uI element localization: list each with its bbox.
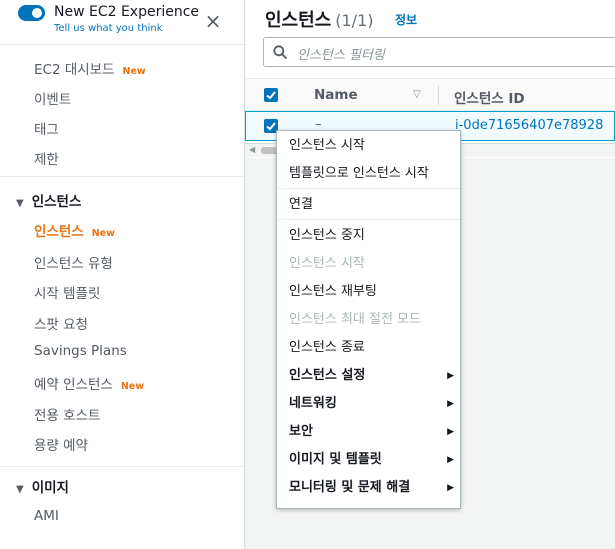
menu-item[interactable]: 인스턴스 재부팅 <box>277 278 460 306</box>
sidebar-item[interactable]: 예약 인스턴스 New <box>34 373 144 393</box>
chevron-right-icon: ▶ <box>447 483 454 493</box>
sidebar-item-label: 예약 인스턴스 <box>34 377 113 393</box>
sidebar-item[interactable]: AMI <box>34 508 59 524</box>
check-icon <box>266 91 276 100</box>
sidebar-item-label: 스팟 요청 <box>34 317 88 333</box>
chevron-right-icon: ▶ <box>447 399 454 409</box>
experience-title: New EC2 Experience <box>54 4 200 20</box>
chevron-right-icon: ▶ <box>447 455 454 465</box>
sidebar-section-title: 인스턴스 <box>31 194 82 210</box>
menu-item[interactable]: 템플릿으로 인스턴스 시작 <box>277 160 460 188</box>
column-divider <box>438 85 439 105</box>
menu-separator <box>277 188 460 189</box>
sidebar-item[interactable]: 이벤트 <box>34 88 71 108</box>
sidebar-item-label: 태그 <box>34 122 59 138</box>
sidebar-section-header[interactable]: ▼ 인스턴스 <box>16 190 81 210</box>
filter-search-input[interactable]: 인스턴스 필터링 <box>263 37 615 67</box>
sidebar-item[interactable]: EC2 대시보드 New <box>34 58 146 78</box>
menu-item: 인스턴스 최대 절전 모드 <box>277 306 460 334</box>
toggle-on-icon <box>32 8 42 18</box>
chevron-right-icon: ▶ <box>447 371 454 381</box>
sidebar-item-label: 인스턴스 유형 <box>34 256 113 272</box>
sidebar-item[interactable]: 제한 <box>34 148 59 168</box>
sidebar-divider <box>0 176 244 177</box>
sidebar-divider <box>0 44 244 45</box>
sidebar-item[interactable]: 용량 예약 <box>34 434 88 454</box>
new-badge: New <box>91 228 115 239</box>
sidebar-item-label: 전용 호스트 <box>34 408 101 424</box>
menu-item-label: 인스턴스 최대 절전 모드 <box>289 312 421 327</box>
sort-icon[interactable]: ▽ <box>413 89 421 100</box>
menu-item-label: 인스턴스 시작 <box>289 256 365 271</box>
sidebar-item-label: 인스턴스 <box>34 224 84 240</box>
sidebar-item-label: Savings Plans <box>34 343 127 359</box>
actions-context-menu: 인스턴스 시작 템플릿으로 인스턴스 시작 연결 인스턴스 중지 인스턴스 시작 인스턴스… <box>276 130 461 509</box>
search-placeholder: 인스턴스 필터링 <box>297 48 385 63</box>
menu-item: 인스턴스 시작 <box>277 250 460 278</box>
page-title: 인스턴스 (1/1) <box>265 6 373 32</box>
sidebar-item[interactable]: 시작 템플릿 <box>34 282 100 302</box>
menu-item[interactable]: 연결 <box>277 191 460 219</box>
column-header-instance-id[interactable]: 인스턴스 ID <box>454 87 525 107</box>
chevron-right-icon: ▶ <box>447 427 454 437</box>
sidebar-item[interactable]: 전용 호스트 <box>34 404 100 424</box>
caret-down-icon: ▼ <box>16 198 24 209</box>
sidebar-item-label: EC2 대시보드 <box>34 62 115 78</box>
sidebar-divider <box>0 466 244 467</box>
menu-item[interactable]: 인스턴스 설정 ▶ <box>277 362 460 390</box>
menu-item-label: 보안 <box>289 424 313 439</box>
menu-item-label: 인스턴스 중지 <box>289 228 365 243</box>
sidebar-item-label: 이벤트 <box>34 92 72 108</box>
sidebar-item-label: 제한 <box>34 152 59 168</box>
info-link[interactable]: 정보 <box>395 11 417 28</box>
sidebar-item[interactable]: 인스턴스 New <box>34 220 115 240</box>
menu-item-label: 인스턴스 종료 <box>289 340 365 355</box>
search-icon <box>273 45 287 59</box>
feedback-link[interactable]: Tell us what you think <box>54 23 163 34</box>
page-header: 인스턴스 (1/1) 정보 인스턴스 필터링 <box>245 0 615 78</box>
selection-count: (1/1) <box>335 11 374 30</box>
table-header: Name ▽ 인스턴스 ID <box>245 79 615 111</box>
page-title-text: 인스턴스 <box>265 10 332 31</box>
sidebar-item-label: 용량 예약 <box>34 438 88 454</box>
new-badge: New <box>122 66 146 77</box>
experience-toggle[interactable] <box>18 5 45 21</box>
menu-item-label: 모니터링 및 문제 해결 <box>289 480 411 495</box>
sidebar-item[interactable]: Savings Plans <box>34 343 127 359</box>
sidebar-item[interactable]: 인스턴스 유형 <box>34 252 113 272</box>
menu-item[interactable]: 네트워킹 ▶ <box>277 390 460 418</box>
menu-item-label: 템플릿으로 인스턴스 시작 <box>289 166 429 181</box>
menu-separator <box>277 219 460 220</box>
sidebar-item-label: 시작 템플릿 <box>34 286 101 302</box>
scroll-left-icon[interactable]: ◀ <box>249 145 255 154</box>
menu-item[interactable]: 인스턴스 시작 <box>277 132 460 160</box>
cell-instance-id[interactable]: i-0de71656407e78928 <box>455 118 603 133</box>
menu-item[interactable]: 모니터링 및 문제 해결 ▶ <box>277 474 460 502</box>
menu-item[interactable]: 인스턴스 중지 <box>277 222 460 250</box>
menu-item[interactable]: 보안 ▶ <box>277 418 460 446</box>
menu-item-label: 인스턴스 시작 <box>289 138 365 153</box>
select-all-checkbox[interactable] <box>264 88 278 102</box>
sidebar-section-title: 이미지 <box>31 480 69 496</box>
sidebar-item[interactable]: 스팟 요청 <box>34 313 88 333</box>
caret-down-icon: ▼ <box>16 484 24 495</box>
menu-item-label: 이미지 및 템플릿 <box>289 452 382 467</box>
menu-item-label: 인스턴스 설정 <box>289 368 366 383</box>
sidebar: New EC2 Experience Tell us what you thin… <box>0 0 245 549</box>
new-badge: New <box>120 381 144 392</box>
sidebar-item-label: AMI <box>34 508 59 524</box>
menu-item[interactable]: 인스턴스 종료 <box>277 334 460 362</box>
menu-item[interactable]: 이미지 및 템플릿 ▶ <box>277 446 460 474</box>
sidebar-section-header[interactable]: ▼ 이미지 <box>16 476 69 496</box>
menu-item-label: 네트워킹 <box>289 396 337 411</box>
column-header-name[interactable]: Name <box>314 87 358 103</box>
sidebar-item[interactable]: 태그 <box>34 118 59 138</box>
close-icon[interactable]: × <box>204 11 222 31</box>
menu-item-label: 인스턴스 재부팅 <box>289 284 377 299</box>
menu-item-label: 연결 <box>289 197 313 212</box>
